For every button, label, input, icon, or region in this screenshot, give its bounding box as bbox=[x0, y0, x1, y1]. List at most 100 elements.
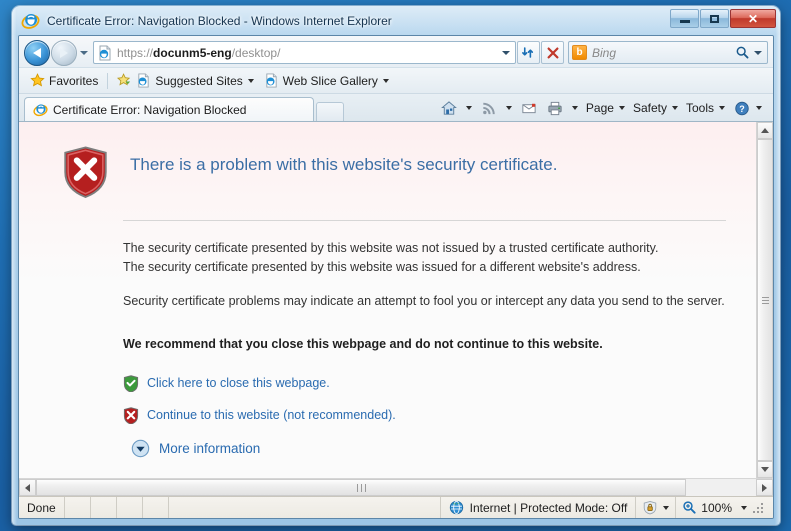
suggested-sites-label: Suggested Sites bbox=[155, 74, 242, 88]
page-title: There is a problem with this website's s… bbox=[130, 144, 557, 176]
security-zone[interactable]: Internet | Protected Mode: Off bbox=[440, 497, 636, 519]
search-input[interactable]: Bing bbox=[592, 46, 735, 60]
ie-page-icon bbox=[264, 73, 279, 88]
chevron-down-icon bbox=[756, 106, 762, 110]
arrow-down-icon bbox=[761, 467, 769, 472]
star-icon bbox=[30, 73, 45, 88]
chevron-down-icon bbox=[719, 106, 725, 110]
address-bar[interactable]: https://docunm5-eng/desktop/ bbox=[93, 41, 516, 64]
feeds-button[interactable] bbox=[476, 97, 502, 119]
help-menu[interactable]: ? bbox=[729, 97, 766, 119]
close-webpage-row[interactable]: Click here to close this webpage. bbox=[123, 375, 726, 392]
scroll-right-button[interactable] bbox=[756, 479, 773, 496]
vertical-scroll-thumb[interactable] bbox=[757, 139, 773, 461]
scroll-down-button[interactable] bbox=[757, 461, 773, 478]
favorites-label: Favorites bbox=[49, 74, 98, 88]
security-settings-button[interactable] bbox=[635, 497, 675, 519]
internet-explorer-icon bbox=[33, 102, 48, 117]
status-panel bbox=[168, 497, 194, 519]
address-dropdown-button[interactable] bbox=[498, 42, 513, 63]
horizontal-scroll-thumb[interactable] bbox=[36, 479, 686, 496]
horizontal-scrollbar[interactable] bbox=[19, 478, 773, 496]
status-panel bbox=[90, 497, 116, 519]
grip-icon bbox=[762, 295, 769, 306]
error-reason-2: The security certificate presented by th… bbox=[123, 258, 726, 277]
internet-explorer-icon bbox=[21, 11, 40, 30]
scroll-up-button[interactable] bbox=[757, 122, 773, 139]
arrow-left-icon bbox=[25, 484, 30, 492]
safety-menu[interactable]: Safety bbox=[629, 97, 682, 119]
home-menu-caret[interactable] bbox=[462, 97, 476, 119]
arrow-left-icon bbox=[33, 48, 41, 58]
zoom-control[interactable]: 100% bbox=[675, 497, 773, 519]
more-information-link[interactable]: More information bbox=[159, 441, 260, 456]
print-menu-caret[interactable] bbox=[568, 97, 582, 119]
arrow-right-icon bbox=[60, 48, 68, 58]
vertical-scrollbar[interactable] bbox=[756, 122, 773, 478]
back-button[interactable] bbox=[24, 40, 50, 66]
home-button[interactable] bbox=[436, 97, 462, 119]
chevron-down-icon[interactable] bbox=[741, 506, 747, 510]
continue-row[interactable]: Continue to this website (not recommende… bbox=[123, 407, 726, 424]
command-bar: Page Safety Tools ? bbox=[436, 95, 768, 121]
continue-link[interactable]: Continue to this website (not recommende… bbox=[147, 408, 396, 422]
scroll-left-button[interactable] bbox=[19, 479, 36, 496]
divider bbox=[107, 73, 108, 89]
error-reason-1: The security certificate presented by th… bbox=[123, 239, 726, 258]
status-panels bbox=[64, 497, 440, 519]
more-information-row[interactable]: More information bbox=[131, 439, 726, 458]
status-text: Done bbox=[19, 501, 64, 515]
tools-menu[interactable]: Tools bbox=[682, 97, 729, 119]
printer-icon bbox=[546, 100, 564, 117]
url-path: /desktop/ bbox=[232, 46, 281, 60]
red-shield-error-icon bbox=[63, 146, 108, 198]
suggested-sites-button[interactable]: Suggested Sites bbox=[112, 71, 258, 91]
globe-icon bbox=[449, 500, 464, 515]
chevron-down-icon bbox=[672, 106, 678, 110]
feeds-menu-caret[interactable] bbox=[502, 97, 516, 119]
arrow-right-icon bbox=[762, 484, 767, 492]
close-button[interactable]: ✕ bbox=[730, 9, 776, 28]
search-provider-dropdown[interactable] bbox=[750, 42, 765, 63]
tab-certificate-error[interactable]: Certificate Error: Navigation Blocked bbox=[24, 97, 314, 121]
arrow-up-icon bbox=[761, 128, 769, 133]
url-host: docunm5-eng bbox=[153, 46, 232, 60]
resize-grip-icon[interactable] bbox=[751, 501, 765, 515]
address-url: https://docunm5-eng/desktop/ bbox=[117, 46, 498, 60]
grip-icon bbox=[355, 484, 367, 492]
status-panel bbox=[142, 497, 168, 519]
chevron-down-icon bbox=[383, 79, 389, 83]
title-bar[interactable]: Certificate Error: Navigation Blocked - … bbox=[12, 6, 780, 35]
navigation-bar: https://docunm5-eng/desktop/ b Bing bbox=[19, 36, 773, 67]
search-icon[interactable] bbox=[735, 45, 750, 60]
tab-label: Certificate Error: Navigation Blocked bbox=[53, 103, 246, 117]
minimize-button[interactable] bbox=[670, 9, 699, 28]
mail-button[interactable] bbox=[516, 97, 542, 119]
print-button[interactable] bbox=[542, 97, 568, 119]
chevron-down-icon bbox=[619, 106, 625, 110]
forward-button[interactable] bbox=[51, 40, 77, 66]
favorites-button[interactable]: Favorites bbox=[25, 71, 103, 91]
chevron-down-icon bbox=[506, 106, 512, 110]
recent-pages-caret-icon[interactable] bbox=[80, 51, 88, 55]
search-box[interactable]: b Bing bbox=[568, 41, 768, 64]
browser-window: Certificate Error: Navigation Blocked - … bbox=[12, 6, 780, 525]
refresh-button[interactable] bbox=[517, 41, 540, 64]
maximize-button[interactable] bbox=[700, 9, 729, 28]
status-bar: Done Internet | Protected Mode: Off bbox=[19, 496, 773, 518]
page-menu[interactable]: Page bbox=[582, 97, 629, 119]
home-icon bbox=[440, 100, 458, 117]
chevron-down-icon bbox=[502, 51, 510, 55]
stop-button[interactable] bbox=[541, 41, 564, 64]
url-scheme: https:// bbox=[117, 46, 153, 60]
zone-label: Internet | Protected Mode: Off bbox=[470, 501, 628, 515]
status-panel bbox=[64, 497, 90, 519]
rss-feed-icon bbox=[480, 100, 498, 117]
web-slice-gallery-button[interactable]: Web Slice Gallery bbox=[259, 71, 394, 91]
close-webpage-link[interactable]: Click here to close this webpage. bbox=[147, 376, 330, 390]
tab-bar: Certificate Error: Navigation Blocked bbox=[19, 93, 773, 121]
ie-page-icon bbox=[136, 73, 151, 88]
browser-client: https://docunm5-eng/desktop/ b Bing bbox=[18, 35, 774, 519]
scroll-track[interactable] bbox=[686, 479, 756, 496]
new-tab-button[interactable] bbox=[316, 102, 344, 121]
